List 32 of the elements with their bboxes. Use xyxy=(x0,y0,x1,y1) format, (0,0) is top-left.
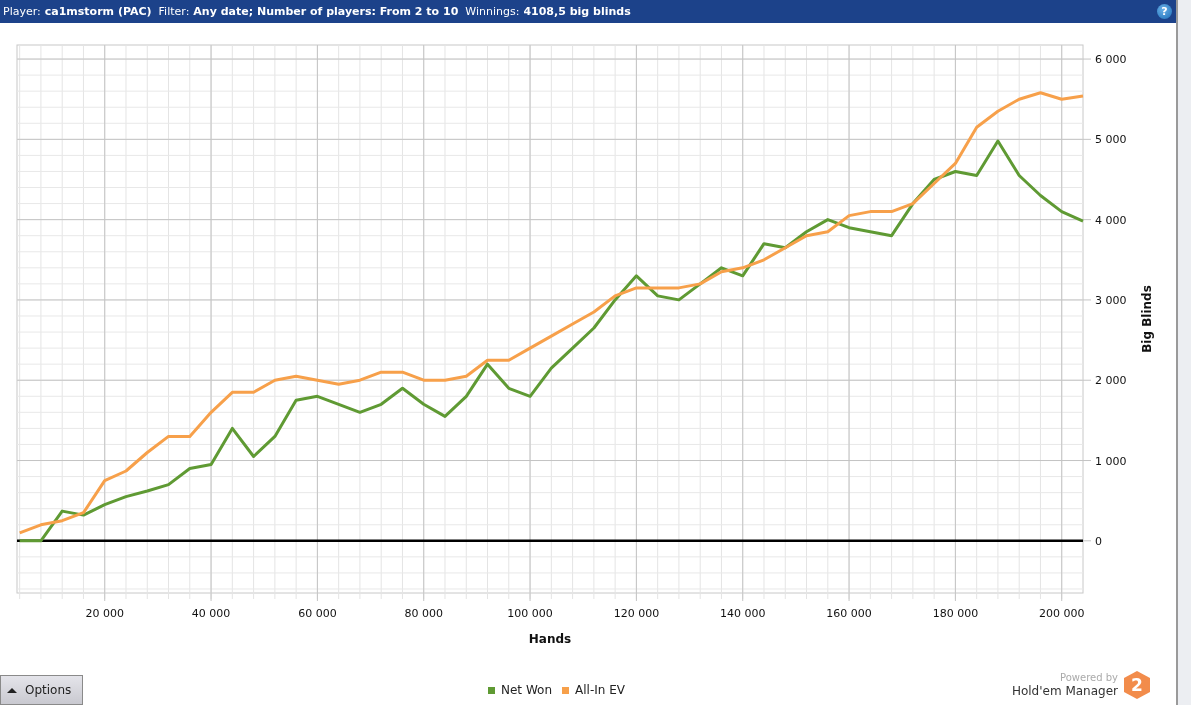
options-button[interactable]: Options xyxy=(0,675,83,705)
y-tick-label: 6 000 xyxy=(1095,53,1127,67)
field-value: Any date; Number of players: From 2 to 10 xyxy=(193,5,459,18)
powered-by-text: Powered by xyxy=(1060,671,1118,684)
x-tick-label: 180 000 xyxy=(932,607,979,620)
field-value: ca1mstorm (PAC) xyxy=(44,5,152,18)
x-axis-title: Hands xyxy=(528,632,572,646)
y-tick-label: 5 000 xyxy=(1095,133,1127,147)
y-tick-label: 0 xyxy=(1095,534,1102,548)
y-tick-label: 3 000 xyxy=(1095,293,1127,307)
x-tick-label: 120 000 xyxy=(613,607,660,620)
caret-icon xyxy=(7,687,17,693)
x-tick-label: 140 000 xyxy=(720,607,766,620)
legend-label: Net Won xyxy=(501,683,552,697)
x-tick-label: 100 000 xyxy=(507,607,553,620)
field-label: Filter: xyxy=(158,5,190,18)
x-tick-label: 60 000 xyxy=(298,607,337,620)
x-tick-label: 40 000 xyxy=(191,607,231,620)
y-axis-title: Big Blinds xyxy=(1140,285,1154,353)
legend-label: All-In EV xyxy=(575,683,625,697)
field-label: Winnings: xyxy=(465,5,520,18)
brand-name: Hold'em Manager xyxy=(1011,684,1118,699)
y-tick-label: 4 000 xyxy=(1095,213,1127,227)
field-label: Player: xyxy=(3,5,41,18)
x-tick-label: 200 000 xyxy=(1039,607,1085,620)
y-tick-label: 1 000 xyxy=(1095,454,1127,468)
logo-icon: 2 xyxy=(1124,671,1150,699)
y-tick-label: 2 000 xyxy=(1095,374,1127,388)
x-tick-label: 20 000 xyxy=(85,607,124,620)
field-value: 4108,5 big blinds xyxy=(523,5,631,18)
x-tick-label: 160 000 xyxy=(826,607,872,620)
x-tick-label: 80 000 xyxy=(404,607,443,620)
